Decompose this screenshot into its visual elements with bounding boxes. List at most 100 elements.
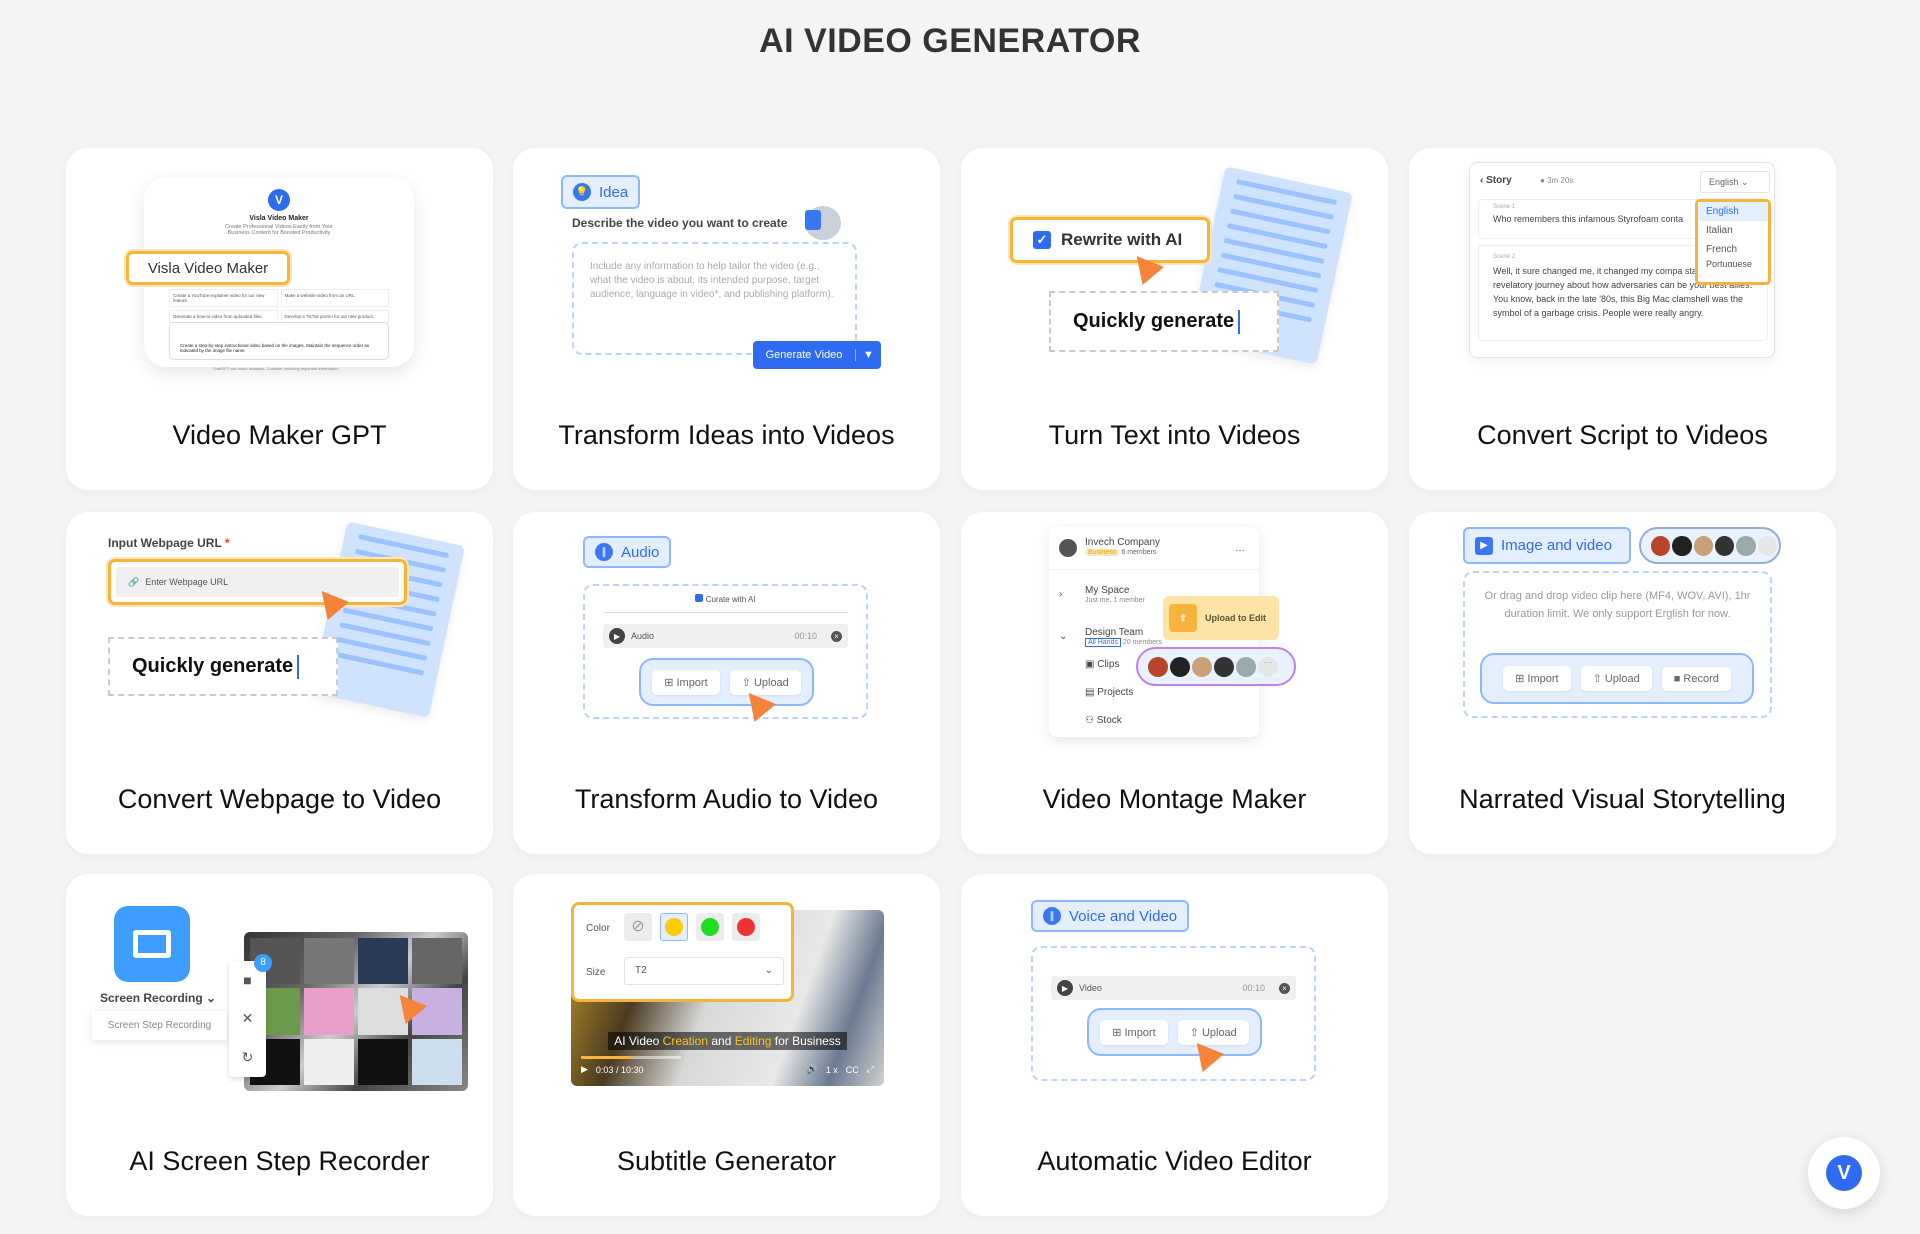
checkbox-checked-icon: ✓ xyxy=(1033,231,1051,249)
language-option[interactable]: Portuguese xyxy=(1698,259,1768,267)
select-value: English xyxy=(1709,177,1739,187)
video-icon: ▶ xyxy=(1475,536,1493,555)
card-subtitle-generator[interactable]: AI Video Creation and Editing for Busine… xyxy=(513,874,940,1216)
rewrite-with-ai-checkbox[interactable]: ✓ Rewrite with AI xyxy=(1010,217,1210,263)
nav-stock[interactable]: ⚇ Stock xyxy=(1085,715,1122,726)
video-dropzone[interactable]: ▶ Video 00:10 × ⊞ Import ⇧ Upload xyxy=(1031,946,1316,1081)
app-tagline: Create Professional Videos Easily from Y… xyxy=(225,224,333,236)
language-option[interactable]: Italian xyxy=(1698,221,1768,240)
recording-menu[interactable]: Screen Recording ⌄ xyxy=(100,991,216,1005)
speed-button[interactable]: 1 x xyxy=(826,1065,838,1075)
chevron-right-icon[interactable]: › xyxy=(1059,589,1062,600)
player-controls: ▶ 0:03 / 10:30 🔊 1 x CC ⤢ xyxy=(581,1064,874,1075)
language-option[interactable]: French xyxy=(1698,240,1768,259)
button-label: Upload xyxy=(1604,673,1640,685)
suggestion-grid: Create a YouTube explainer video for our… xyxy=(169,289,389,323)
card-video-maker-gpt[interactable]: V Visla Video Maker Create Professional … xyxy=(66,148,493,490)
progress-bar[interactable] xyxy=(581,1056,681,1059)
story-back-button[interactable]: ‹ Story xyxy=(1480,175,1512,186)
stop-icon[interactable]: ■ xyxy=(243,972,251,988)
upload-to-edit-button[interactable]: ⇧ Upload to Edit xyxy=(1163,596,1279,640)
audio-chip: ∥ Audio xyxy=(583,536,672,568)
nav-projects[interactable]: ▤ Projects xyxy=(1085,687,1133,698)
size-label: Size xyxy=(586,967,606,978)
restart-icon[interactable]: ↻ xyxy=(242,1049,254,1066)
import-button[interactable]: ⊞ Import xyxy=(652,669,720,695)
remove-icon[interactable]: × xyxy=(831,630,842,642)
record-button[interactable]: ■ Record xyxy=(1661,666,1731,691)
more-icon[interactable]: ··· xyxy=(1235,545,1245,556)
card-label: Video Montage Maker xyxy=(1042,784,1307,814)
track-label: Video xyxy=(1079,983,1102,993)
color-swatches: ⊘ xyxy=(624,913,760,941)
language-select[interactable]: English ⌄ xyxy=(1700,171,1770,193)
play-icon[interactable]: ▶ xyxy=(1057,980,1073,996)
swatch-red[interactable] xyxy=(732,913,760,941)
visla-badge: Visla Video Maker xyxy=(126,251,290,285)
text-input[interactable]: Quickly generate xyxy=(108,637,338,696)
team-name[interactable]: Design Team xyxy=(1085,627,1143,638)
upload-icon: ⇧ xyxy=(1169,604,1197,632)
webpage-url-input[interactable]: 🔗 Enter Webpage URL xyxy=(108,559,407,605)
dropdown-caret-icon[interactable]: ▼ xyxy=(855,349,881,361)
video-dropzone[interactable]: Or drag and drop video clip here (MF4, W… xyxy=(1463,571,1772,718)
size-select[interactable]: T2 ⌄ xyxy=(624,957,784,985)
space-name[interactable]: My Space xyxy=(1085,585,1129,596)
card-automatic-editor[interactable]: ∥ Voice and Video ▶ Video 00:10 × ⊞ Import ⇧ … xyxy=(961,874,1388,1216)
suggestion[interactable]: Make a website video from an URL. xyxy=(280,289,389,307)
card-label: Subtitle Generator xyxy=(616,1146,837,1176)
language-option[interactable]: English xyxy=(1698,202,1768,221)
story-panel: ‹ Story ● 3m 20s English ⌄ Scene 1 Who re… xyxy=(1469,162,1775,358)
swatch-green[interactable] xyxy=(696,913,724,941)
card-screen-recorder[interactable]: Screen Recording ⌄ Screen Step Recording… xyxy=(66,874,493,1216)
swatch-yellow[interactable] xyxy=(660,913,688,941)
button-label: Import xyxy=(1124,1026,1156,1039)
card-text-to-video[interactable]: ✓ Rewrite with AI Quickly generate Turn T… xyxy=(961,148,1388,490)
card-narrated-storytelling[interactable]: ▶ Image and video Or drag and drop video … xyxy=(1409,512,1836,854)
chevron-down-icon[interactable]: ⌄ xyxy=(1059,631,1067,642)
chat-assistant-button[interactable]: V xyxy=(1808,1137,1880,1209)
disclaimer: ChatGPT can make mistakes. Consider chec… xyxy=(212,366,340,371)
video-track[interactable]: ▶ Video 00:10 × xyxy=(1051,976,1296,1000)
dropzone-hint: Or drag and drop video clip here (MF4, W… xyxy=(1484,590,1751,620)
play-icon[interactable]: ▶ xyxy=(581,1064,588,1075)
waveform-icon: ∥ xyxy=(1043,907,1061,925)
chip-label: Audio xyxy=(621,543,660,561)
card-label: Convert Script to Videos xyxy=(1477,420,1768,450)
volume-icon[interactable]: 🔊 xyxy=(807,1064,818,1075)
audio-track[interactable]: ▶ Audio 00:10 × xyxy=(603,624,848,648)
card-transform-ideas[interactable]: 💡 Idea Describe the video you want to cre… xyxy=(513,148,940,490)
swatch-none-icon[interactable]: ⊘ xyxy=(624,913,652,941)
card-audio-to-video[interactable]: ∥ Audio Curate with AI ▶ Audio 00:10 × ⊞ Imp… xyxy=(513,512,940,854)
prompt-input[interactable]: Create a step-by-step instructional vide… xyxy=(169,322,389,360)
suggestion[interactable]: Create a YouTube explainer video for our… xyxy=(169,289,278,307)
text-input[interactable]: Quickly generate xyxy=(1049,291,1279,352)
placeholder: Enter Webpage URL xyxy=(145,577,229,587)
screen-step-option[interactable]: Screen Step Recording xyxy=(92,1011,227,1040)
generate-video-button[interactable]: Generate Video ▼ xyxy=(753,341,881,369)
idea-textarea[interactable]: Include any information to help tailor t… xyxy=(572,242,857,355)
captions-icon[interactable]: CC xyxy=(846,1065,859,1075)
fullscreen-icon[interactable]: ⤢ xyxy=(867,1064,874,1075)
lightbulb-icon: 💡 xyxy=(573,183,591,201)
import-button[interactable]: ⊞ Import xyxy=(1503,666,1571,691)
audio-dropzone[interactable]: Curate with AI ▶ Audio 00:10 × ⊞ Import ⇧ Up… xyxy=(583,584,868,719)
close-icon[interactable]: ✕ xyxy=(242,1010,254,1027)
card-label: Video Maker GPT xyxy=(172,420,387,450)
curate-checkbox[interactable]: Curate with AI xyxy=(585,594,866,604)
import-button[interactable]: ⊞ Import xyxy=(1100,1019,1168,1045)
import-upload-group: ⊞ Import ⇧ Upload xyxy=(1087,1008,1262,1056)
remove-icon[interactable]: × xyxy=(1279,982,1290,994)
nav-label: Stock xyxy=(1096,715,1122,726)
card-webpage-to-video[interactable]: Input Webpage URL * 🔗 Enter Webpage URL Q… xyxy=(66,512,493,854)
collaborator-avatars: ··· xyxy=(1136,647,1296,686)
button-label: Record xyxy=(1683,672,1719,685)
caret xyxy=(1238,309,1241,334)
back-label: Story xyxy=(1486,175,1512,186)
upload-button[interactable]: ⇧ Upload xyxy=(1580,666,1652,691)
card-video-montage[interactable]: Invech Company Business 6 members ··· › … xyxy=(961,512,1388,854)
nav-clips[interactable]: ▣ Clips xyxy=(1085,659,1119,670)
play-icon[interactable]: ▶ xyxy=(609,628,625,644)
button-label: Upload to Edit xyxy=(1205,613,1266,623)
card-script-to-video[interactable]: ‹ Story ● 3m 20s English ⌄ Scene 1 Who re… xyxy=(1409,148,1836,490)
